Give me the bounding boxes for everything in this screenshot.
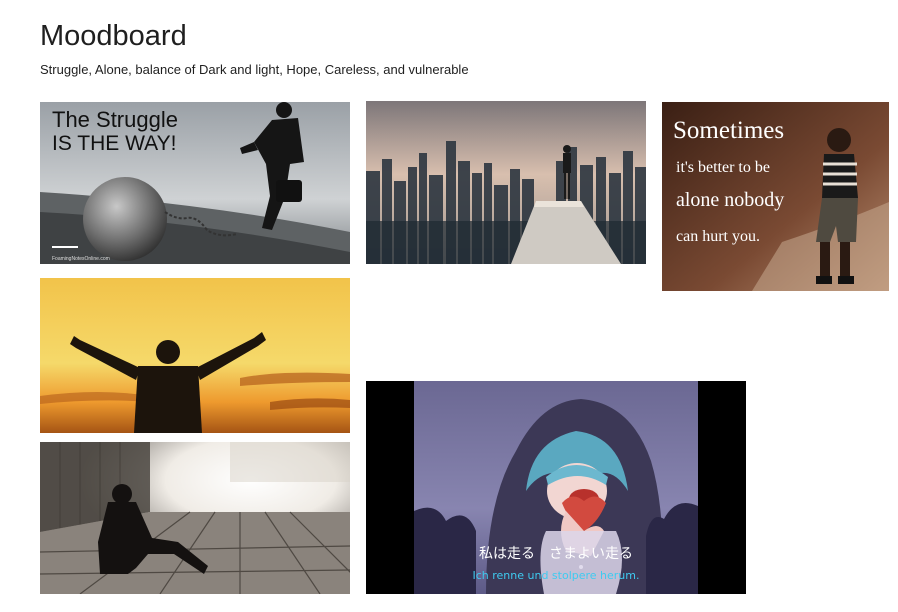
- anime-jp-caption: 私は走る さまよい走る: [479, 546, 633, 562]
- struggle-credit: FoamingNotesOnline.com: [52, 256, 110, 262]
- struggle-line1: The Struggle: [52, 107, 178, 132]
- sometimes-line1: Sometimes: [673, 117, 784, 144]
- struggle-line2: IS THE WAY!: [52, 132, 176, 155]
- image-hope-sunset[interactable]: [40, 278, 350, 433]
- sometimes-line2: it's better to be: [676, 159, 770, 176]
- image-city-rooftop[interactable]: [366, 101, 646, 264]
- sometimes-line3: alone nobody: [676, 189, 784, 211]
- image-sometimes-quote[interactable]: Sometimes it's better to be alone nobody…: [662, 102, 889, 291]
- anime-de-caption: Ich renne und stolpere herum.: [472, 569, 639, 582]
- image-struggle[interactable]: The Struggle IS THE WAY! FoamingNotesOnl…: [40, 102, 350, 264]
- image-alone-hallway[interactable]: [40, 442, 350, 594]
- image-anime-girl[interactable]: 私は走る さまよい走る Ich renne und stolpere herum…: [366, 381, 746, 594]
- sometimes-line4: can hurt you.: [676, 228, 760, 245]
- page-subtitle: Struggle, Alone, balance of Dark and lig…: [40, 62, 469, 77]
- page-title: Moodboard: [40, 20, 187, 52]
- struggle-underline: [52, 246, 78, 248]
